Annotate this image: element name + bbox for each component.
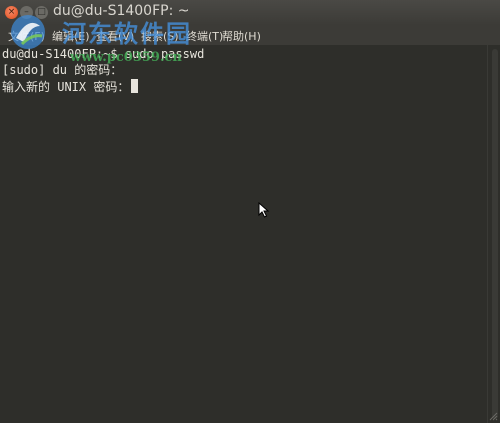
resize-grip-icon[interactable] [488, 411, 498, 421]
menu-bar: 文件(F) 编辑(E) 查看(V) 搜索(S) 终端(T) 帮助(H) [0, 25, 500, 45]
close-button[interactable]: × [5, 6, 18, 19]
text-cursor [131, 79, 139, 93]
menu-search[interactable]: 搜索(S) [141, 28, 179, 44]
password-prompt-text: 输入新的 UNIX 密码： [2, 80, 130, 94]
scrollbar-thumb[interactable] [492, 49, 498, 419]
minimize-button[interactable]: – [20, 6, 33, 19]
terminal-line-password-prompt: 输入新的 UNIX 密码： [2, 79, 139, 95]
menu-view[interactable]: 查看(V) [96, 28, 134, 44]
title-bar[interactable]: × – □ du@du-S1400FP: ~ [0, 0, 500, 25]
minimize-icon: – [24, 7, 29, 17]
menu-help[interactable]: 帮助(H) [222, 28, 261, 44]
terminal-line-sudo-prompt: [sudo] du 的密码： [2, 63, 123, 77]
maximize-button[interactable]: □ [35, 6, 48, 19]
terminal-output[interactable]: du@du-S1400FP:~$ sudo passwd [sudo] du 的… [0, 45, 500, 423]
close-icon: × [7, 7, 16, 17]
maximize-icon: □ [37, 7, 46, 17]
menu-terminal[interactable]: 终端(T) [186, 28, 223, 44]
vertical-scrollbar[interactable] [487, 45, 500, 423]
menu-edit[interactable]: 编辑(E) [52, 28, 90, 44]
menu-file[interactable]: 文件(F) [8, 28, 45, 44]
terminal-window: × – □ du@du-S1400FP: ~ 文件(F) 编辑(E) 查看(V)… [0, 0, 500, 423]
terminal-line-command: du@du-S1400FP:~$ sudo passwd [2, 47, 205, 61]
mouse-pointer-icon [258, 202, 270, 218]
window-title: du@du-S1400FP: ~ [53, 3, 190, 19]
